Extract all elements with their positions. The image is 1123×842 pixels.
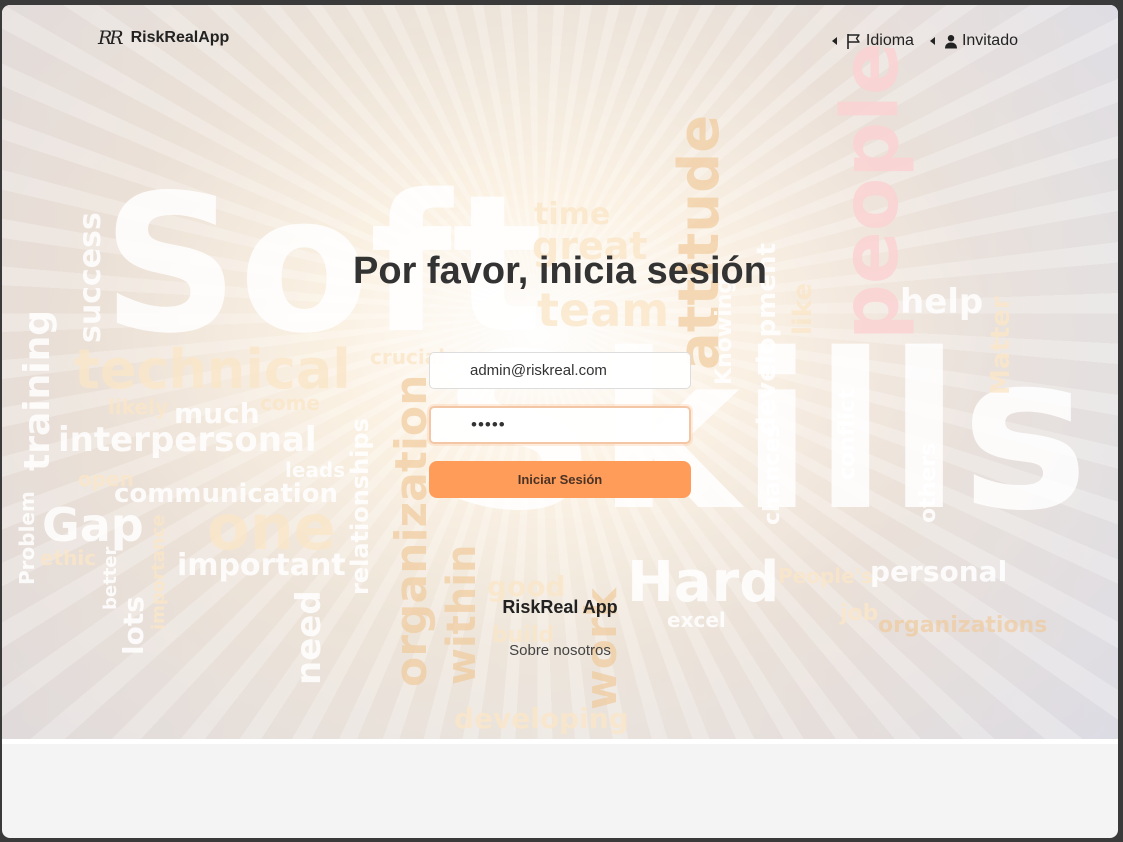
- user-dropdown[interactable]: Invitado: [929, 32, 1018, 50]
- caret-left-icon: [929, 37, 935, 45]
- bg-word: people: [826, 42, 916, 340]
- bg-word: relationships: [346, 418, 374, 595]
- language-dropdown[interactable]: Idioma: [831, 32, 914, 50]
- bg-word: leads: [285, 458, 346, 482]
- language-label: Idioma: [865, 32, 914, 49]
- user-icon: [944, 34, 958, 49]
- bg-word: much: [174, 397, 260, 430]
- bg-word: open: [78, 467, 134, 491]
- app-name: RiskReal App: [502, 597, 618, 617]
- bg-word: chances: [760, 424, 785, 525]
- brand-logo: RR: [98, 27, 124, 49]
- bg-word: Gap: [42, 498, 144, 552]
- bg-word: team: [537, 283, 670, 337]
- hero-bottom-divider: [2, 739, 1118, 744]
- password-input[interactable]: [429, 406, 691, 444]
- navbar: RR RiskRealApp Idioma Invitado: [2, 5, 1118, 75]
- bg-word: personal: [870, 555, 1008, 588]
- flag-icon: [846, 33, 862, 50]
- bg-word: important: [177, 548, 346, 583]
- bg-word: likely: [108, 395, 168, 419]
- bg-word: time: [534, 197, 611, 232]
- about-link[interactable]: Sobre nosotros: [2, 642, 1118, 659]
- login-button[interactable]: Iniciar Sesión: [429, 461, 691, 498]
- browser-window: Soft Skills people technical interperson…: [2, 5, 1118, 838]
- bg-word: training: [17, 310, 58, 471]
- login-title: Por favor, inicia sesión: [353, 250, 767, 292]
- brand[interactable]: RR RiskRealApp: [98, 27, 229, 49]
- bg-word: technical: [74, 338, 351, 401]
- brand-name: RiskRealApp: [130, 29, 230, 46]
- caret-left-icon: [831, 37, 837, 45]
- email-input[interactable]: [429, 352, 691, 389]
- bg-word: others: [916, 442, 941, 523]
- bg-word: ethic: [40, 546, 97, 570]
- bg-word: organization: [386, 374, 437, 688]
- bg-word: organizations: [878, 613, 1048, 638]
- user-label: Invitado: [961, 32, 1018, 49]
- nav-right: Idioma Invitado: [831, 32, 1018, 50]
- bg-word: Problem: [15, 491, 39, 585]
- bg-word: Knowing: [712, 277, 737, 385]
- bg-word: come: [260, 391, 320, 415]
- bg-word: conflict: [835, 388, 860, 480]
- bg-word: People's: [778, 564, 873, 588]
- bg-word: Matter: [986, 296, 1016, 395]
